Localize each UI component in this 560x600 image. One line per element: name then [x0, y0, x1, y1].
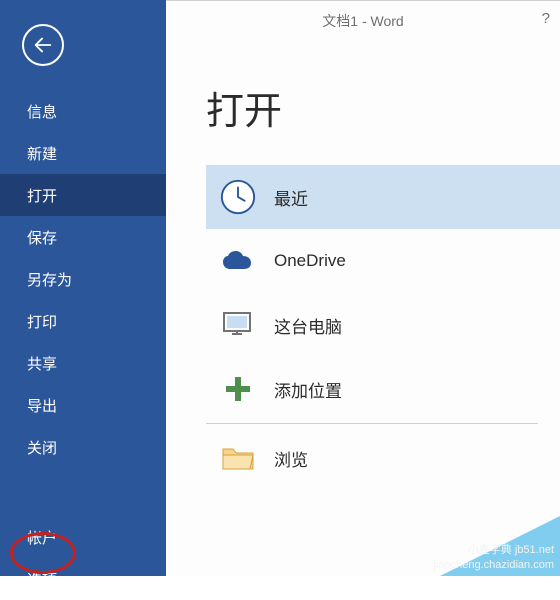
- nav-label: 保存: [27, 227, 57, 248]
- open-source-list: 最近 OneDrive 这台电脑: [206, 165, 560, 490]
- arrow-left-icon: [32, 34, 54, 56]
- titlebar: 文档1 - Word: [166, 0, 560, 40]
- page-title: 打开: [206, 80, 560, 135]
- source-recent[interactable]: 最近: [206, 165, 560, 229]
- plus-icon: [218, 369, 258, 409]
- source-onedrive[interactable]: OneDrive: [206, 229, 560, 293]
- computer-icon: [218, 305, 258, 345]
- source-label: 浏览: [274, 446, 308, 471]
- watermark-line1: 小查字典 jb51.net: [434, 543, 554, 557]
- nav-item-new[interactable]: 新建: [0, 132, 166, 174]
- nav-item-saveas[interactable]: 另存为: [0, 258, 166, 300]
- nav-item-open[interactable]: 打开: [0, 174, 166, 216]
- source-addplace[interactable]: 添加位置: [206, 357, 560, 421]
- help-button[interactable]: ?: [542, 10, 550, 27]
- source-label: 最近: [274, 185, 308, 210]
- onedrive-icon: [218, 241, 258, 281]
- nav-item-save[interactable]: 保存: [0, 216, 166, 258]
- recent-icon: [218, 177, 258, 217]
- nav-label: 帐户: [27, 527, 57, 548]
- nav-label: 另存为: [27, 269, 72, 290]
- source-label: 这台电脑: [274, 313, 342, 338]
- nav-spacer: [0, 468, 166, 516]
- divider: [206, 423, 538, 424]
- source-browse[interactable]: 浏览: [206, 426, 560, 490]
- nav-label: 新建: [27, 143, 57, 164]
- nav-item-export[interactable]: 导出: [0, 384, 166, 426]
- nav-label: 选项: [27, 569, 57, 590]
- watermark-line2: jiaocheng.chazidian.com: [434, 558, 554, 572]
- back-button[interactable]: [22, 24, 64, 66]
- source-label: OneDrive: [274, 251, 346, 271]
- backstage-sidebar: 信息 新建 打开 保存 另存为 打印 共享 导出 关闭 帐户 选项: [0, 0, 166, 576]
- nav-item-info[interactable]: 信息: [0, 90, 166, 132]
- folder-icon: [218, 438, 258, 478]
- source-thispc[interactable]: 这台电脑: [206, 293, 560, 357]
- nav-label: 打开: [27, 185, 57, 206]
- nav-label: 信息: [27, 101, 57, 122]
- nav-item-close[interactable]: 关闭: [0, 426, 166, 468]
- nav-label: 打印: [27, 311, 57, 332]
- source-label: 添加位置: [274, 377, 342, 402]
- nav-label: 关闭: [27, 437, 57, 458]
- nav-label: 导出: [27, 395, 57, 416]
- watermark: 小查字典 jb51.net jiaocheng.chazidian.com: [420, 516, 560, 576]
- main-panel: 文档1 - Word ? 打开 最近 OneDrive: [166, 0, 560, 576]
- nav-item-share[interactable]: 共享: [0, 342, 166, 384]
- nav-item-print[interactable]: 打印: [0, 300, 166, 342]
- doc-title: 文档1 - Word: [322, 11, 403, 31]
- nav-item-account[interactable]: 帐户: [0, 516, 166, 558]
- nav-item-options[interactable]: 选项: [0, 558, 166, 600]
- nav-label: 共享: [27, 353, 57, 374]
